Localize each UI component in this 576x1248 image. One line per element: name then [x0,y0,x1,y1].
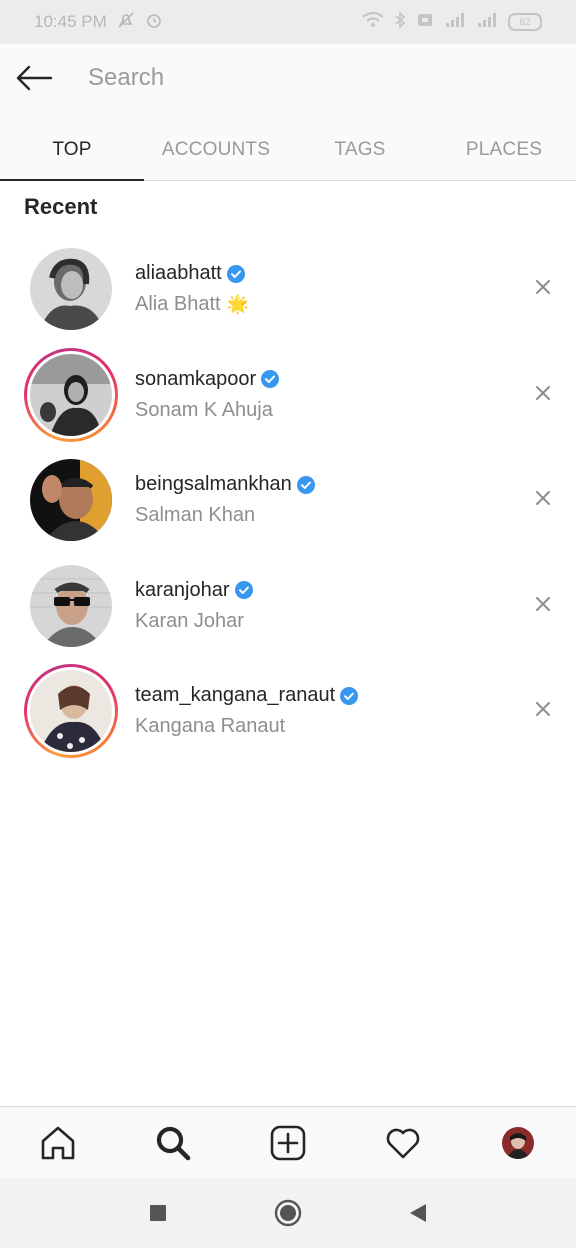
username: team_kangana_ranaut [135,684,336,706]
bluetooth-icon [394,10,406,34]
add-post-icon [270,1125,306,1161]
verified-badge-icon [234,581,253,599]
nav-search-button[interactable] [143,1113,203,1173]
search-tabs: TOP ACCOUNTS TAGS PLACES [0,120,576,181]
verified-badge-icon [261,370,280,388]
full-name: Kangana Ranaut [135,715,286,737]
back-button[interactable] [14,60,54,96]
status-time: 10:45 PM [34,12,107,31]
home-button[interactable] [268,1193,308,1233]
username: sonamkapoor [135,367,257,390]
nav-activity-button[interactable] [373,1113,433,1173]
bottom-navigation [0,1106,576,1179]
search-icon [156,1126,191,1161]
username: karanjohar [135,578,230,601]
signal-icon [476,12,498,33]
recent-item-beingsalmankhan[interactable]: beingsalmankhan Salman Khan [0,447,576,553]
tab-top[interactable]: TOP [0,120,144,181]
circle-icon [274,1199,302,1227]
full-name: Salman Khan [135,504,256,526]
username: beingsalmankhan [135,473,292,495]
recent-item-team-kangana-ranaut[interactable]: team_kangana_ranaut Kangana Ranaut [0,658,576,764]
back-button-system[interactable] [398,1193,438,1233]
verified-badge-icon [226,264,245,283]
tab-accounts[interactable]: ACCOUNTS [144,120,288,180]
remove-recent-button[interactable] [530,274,556,300]
search-header: TOP ACCOUNTS TAGS PLACES [0,44,576,181]
avatar[interactable] [24,242,118,336]
tab-tags[interactable]: TAGS [288,120,432,180]
recents-button[interactable] [138,1193,178,1233]
tab-places[interactable]: PLACES [432,120,576,180]
close-icon [536,596,550,611]
full-name: Alia Bhatt [135,293,221,315]
battery-level: 82 [519,16,531,28]
remove-recent-button[interactable] [530,591,556,617]
full-name: Karan Johar [135,609,244,632]
square-icon [150,1205,166,1221]
close-icon [536,385,550,400]
system-navigation-bar [0,1178,576,1248]
remove-recent-button[interactable] [530,380,556,406]
signal-icon [444,12,466,33]
recent-item-aliaabhatt[interactable]: aliaabhatt Alia Bhatt 🌟 [0,236,576,342]
nav-home-button[interactable] [28,1113,88,1173]
recent-item-sonamkapoor[interactable]: sonamkapoor Sonam K Ahuja [0,342,576,448]
nav-profile-button[interactable] [488,1113,548,1173]
recent-heading: Recent [24,194,98,219]
close-icon [536,702,550,716]
username: aliaabhatt [135,262,222,284]
alarm-icon [145,11,163,34]
remove-recent-button[interactable] [530,485,556,511]
avatar-story-ring[interactable] [24,664,118,758]
profile-avatar [502,1127,535,1159]
close-icon [536,280,550,294]
battery-icon: 82 [508,13,542,31]
arrow-left-icon [16,65,53,91]
close-icon [536,491,550,505]
full-name: Sonam K Ahuja [135,398,273,421]
home-icon [41,1126,74,1160]
heart-icon [386,1128,420,1159]
recent-list: aliaabhatt Alia Bhatt 🌟 sonamkapoor Sona… [0,236,576,764]
search-input[interactable] [88,58,528,98]
verified-badge-icon [296,475,315,494]
avatar[interactable] [24,453,118,547]
nav-new-post-button[interactable] [258,1113,318,1173]
avatar[interactable] [24,559,118,653]
remove-recent-button[interactable] [530,696,556,722]
glowing-star-emoji: 🌟 [226,294,250,314]
mute-icon [117,11,135,34]
verified-badge-icon [340,686,359,705]
avatar-story-ring[interactable] [24,347,118,442]
wifi-icon [362,11,384,33]
recent-item-karanjohar[interactable]: karanjohar Karan Johar [0,553,576,659]
status-bar: 10:45 PM 82 [0,0,576,44]
triangle-back-icon [410,1204,426,1222]
sim-icon [416,11,434,34]
